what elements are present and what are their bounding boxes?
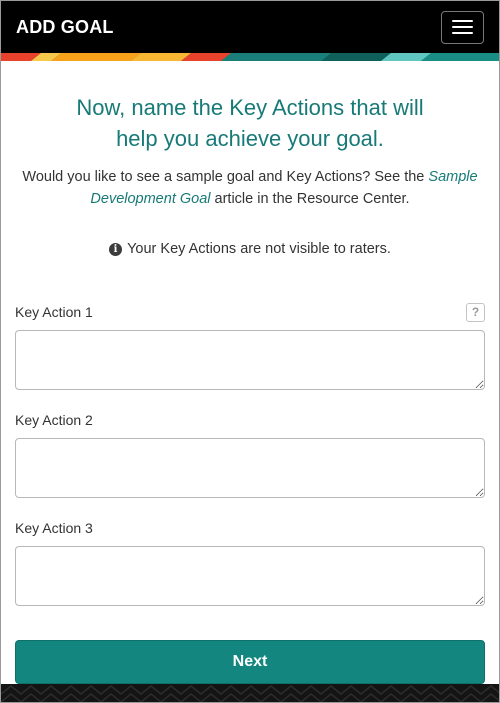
- footer-pattern: [1, 684, 499, 702]
- page-frame: ADD GOAL Now, name the Key Actions that …: [0, 0, 500, 703]
- menu-button[interactable]: [441, 10, 484, 44]
- help-icon[interactable]: ?: [466, 302, 485, 322]
- info-icon: i: [109, 242, 123, 256]
- key-action-2-input[interactable]: [15, 438, 485, 498]
- visibility-notice: i Your Key Actions are not visible to ra…: [15, 239, 485, 259]
- key-action-3-input[interactable]: [15, 546, 485, 606]
- intro-text-start: Would you like to see a sample goal and …: [22, 169, 429, 185]
- section-heading: Now, name the Key Actions that will help…: [76, 95, 424, 151]
- key-action-1-label: Key Action 1: [15, 304, 93, 320]
- key-action-1-input[interactable]: [15, 330, 485, 390]
- notice-text: Your Key Actions are not visible to rate…: [127, 241, 391, 257]
- key-action-3-label: Key Action 3: [15, 520, 93, 536]
- next-button[interactable]: Next: [15, 640, 485, 684]
- top-bar: ADD GOAL: [1, 1, 499, 53]
- key-action-1-field: Key Action 1 ?: [15, 302, 485, 390]
- key-action-3-field: Key Action 3: [15, 518, 485, 606]
- hamburger-menu-icon-bar-2: [452, 26, 473, 28]
- key-action-2-label: Key Action 2: [15, 412, 93, 428]
- hamburger-menu-icon: [452, 20, 473, 22]
- decorative-color-stripe: [1, 53, 499, 61]
- key-action-2-field: Key Action 2: [15, 410, 485, 498]
- intro-text-end: article in the Resource Center.: [210, 191, 410, 207]
- hamburger-menu-icon-bar-3: [452, 32, 473, 34]
- main-content: Now, name the Key Actions that will help…: [1, 61, 499, 684]
- intro-text: Would you like to see a sample goal and …: [15, 166, 485, 210]
- page-title: ADD GOAL: [16, 16, 114, 37]
